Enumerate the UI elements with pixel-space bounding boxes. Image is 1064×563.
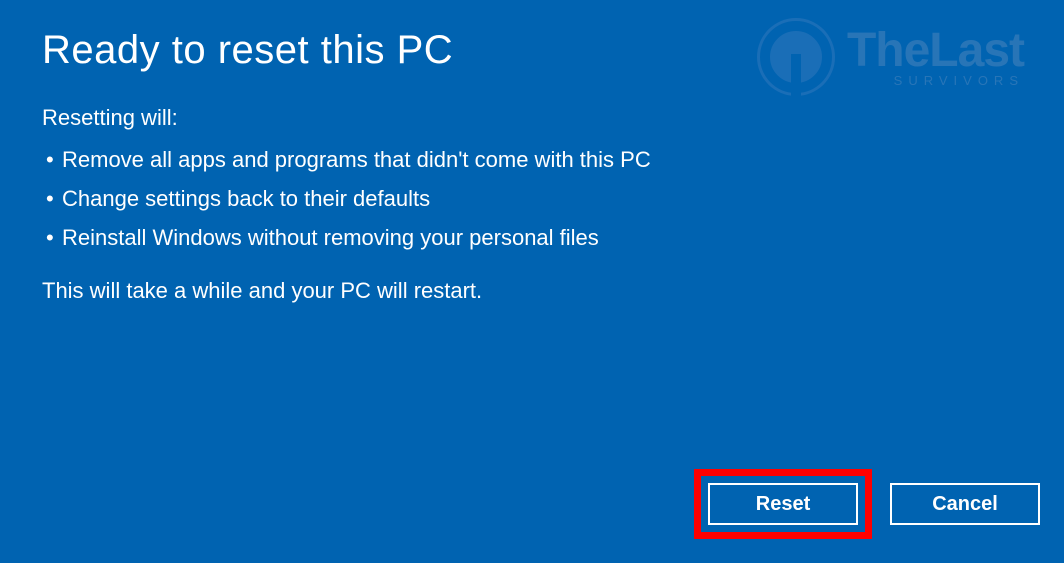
dialog-buttons: Reset Cancel xyxy=(694,469,1040,539)
reset-button[interactable]: Reset xyxy=(708,483,858,525)
watermark-sub-text: SURVIVORS xyxy=(847,73,1024,88)
cancel-button[interactable]: Cancel xyxy=(890,483,1040,525)
restart-note: This will take a while and your PC will … xyxy=(42,278,1022,304)
watermark-text-block: TheLast SURVIVORS xyxy=(847,27,1024,88)
reset-actions-list: Remove all apps and programs that didn't… xyxy=(42,143,1022,254)
resetting-will-label: Resetting will: xyxy=(42,105,1022,131)
list-item: Reinstall Windows without removing your … xyxy=(42,221,1022,254)
watermark-circle-icon xyxy=(757,18,835,96)
list-item: Change settings back to their defaults xyxy=(42,182,1022,215)
watermark-logo: TheLast SURVIVORS xyxy=(757,18,1024,96)
list-item: Remove all apps and programs that didn't… xyxy=(42,143,1022,176)
watermark-main-text: TheLast xyxy=(847,27,1024,75)
reset-highlight-frame: Reset xyxy=(694,469,872,539)
